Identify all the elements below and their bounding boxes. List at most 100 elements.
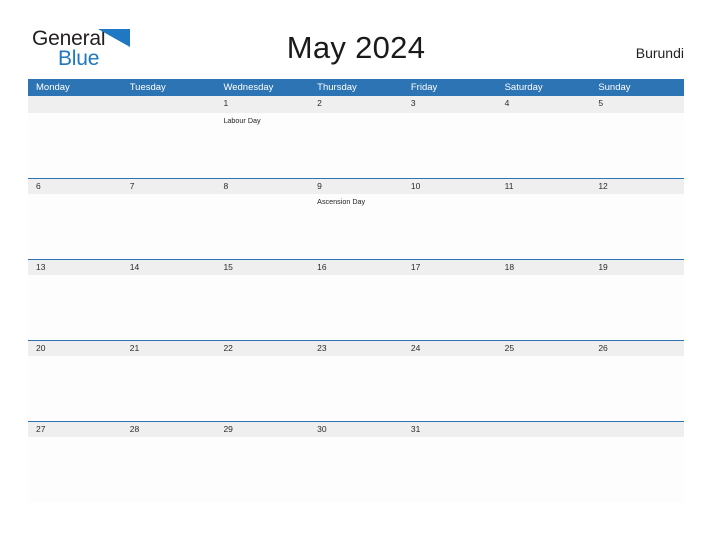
day-cell[interactable]	[590, 275, 684, 340]
date-number-band: 27 28 29 30 31	[28, 420, 684, 437]
day-cell[interactable]	[309, 275, 403, 340]
date-number[interactable]: 27	[28, 422, 122, 437]
date-number[interactable]: 22	[215, 341, 309, 356]
day-cell	[497, 437, 591, 502]
day-cell[interactable]: Ascension Day	[309, 194, 403, 259]
day-cell[interactable]	[403, 194, 497, 259]
day-cell[interactable]	[403, 113, 497, 178]
date-number-band: 6 7 8 9 10 11 12	[28, 177, 684, 194]
date-number-empty	[497, 422, 591, 437]
weekday-header-row: Monday Tuesday Wednesday Thursday Friday Satu…	[28, 79, 684, 96]
date-number[interactable]: 15	[215, 260, 309, 275]
day-cell[interactable]	[403, 437, 497, 502]
weekday-header-thursday: Thursday	[317, 82, 357, 93]
date-number[interactable]: 1	[215, 96, 309, 113]
date-number-empty	[590, 422, 684, 437]
week-row: 27 28 29 30 31	[28, 420, 684, 502]
date-number[interactable]: 7	[122, 179, 216, 194]
day-cell[interactable]	[215, 356, 309, 421]
date-number[interactable]: 17	[403, 260, 497, 275]
date-number[interactable]: 11	[497, 179, 591, 194]
date-number[interactable]: 8	[215, 179, 309, 194]
date-number[interactable]: 26	[590, 341, 684, 356]
calendar-grid: Monday Tuesday Wednesday Thursday Friday Satu…	[28, 79, 684, 502]
date-number[interactable]: 24	[403, 341, 497, 356]
day-cell[interactable]	[590, 194, 684, 259]
date-number[interactable]: 10	[403, 179, 497, 194]
day-content-band: Ascension Day	[28, 193, 684, 259]
day-cell[interactable]	[403, 275, 497, 340]
day-cell[interactable]	[28, 356, 122, 421]
holiday-event: Labour Day	[223, 115, 261, 125]
date-number[interactable]: 13	[28, 260, 122, 275]
date-number[interactable]: 2	[309, 96, 403, 113]
day-cell[interactable]	[215, 194, 309, 259]
weekday-header-friday: Friday	[410, 82, 438, 93]
day-cell[interactable]	[497, 356, 591, 421]
holiday-event: Ascension Day	[317, 196, 366, 206]
day-cell[interactable]	[309, 356, 403, 421]
weekday-header-wednesday: Wednesday	[223, 82, 274, 93]
day-cell	[590, 437, 684, 502]
day-cell[interactable]	[497, 275, 591, 340]
date-number[interactable]: 21	[122, 341, 216, 356]
date-number[interactable]: 3	[403, 96, 497, 113]
date-number[interactable]: 23	[309, 341, 403, 356]
date-number-band: 20 21 22 23 24 25 26	[28, 339, 684, 356]
country-label: Burundi	[635, 45, 684, 61]
weekday-header-sunday: Sunday	[598, 82, 631, 93]
date-number[interactable]: 19	[590, 260, 684, 275]
date-number[interactable]: 31	[403, 422, 497, 437]
weekday-header-tuesday: Tuesday	[129, 82, 166, 93]
day-cell[interactable]	[122, 194, 216, 259]
day-cell[interactable]	[122, 437, 216, 502]
day-cell[interactable]	[122, 275, 216, 340]
day-cell[interactable]: Labour Day	[215, 113, 309, 178]
calendar-weeks: 1 2 3 4 5 Labour Day 6 7 8 9 10 11 12 Ascension Day 13…	[28, 96, 684, 502]
date-number-empty	[122, 96, 216, 113]
day-cell[interactable]	[590, 356, 684, 421]
day-cell[interactable]	[122, 356, 216, 421]
date-number[interactable]: 20	[28, 341, 122, 356]
date-number[interactable]: 5	[590, 96, 684, 113]
date-number[interactable]: 9	[309, 179, 403, 194]
day-cell[interactable]	[28, 275, 122, 340]
day-cell[interactable]	[28, 194, 122, 259]
date-number[interactable]: 4	[497, 96, 591, 113]
day-cell[interactable]	[497, 113, 591, 178]
day-content-band	[28, 436, 684, 502]
weekday-header-saturday: Saturday	[504, 82, 543, 93]
page-header: General Blue May 2024 Burundi	[0, 0, 712, 79]
day-content-band	[28, 274, 684, 340]
date-number[interactable]: 18	[497, 260, 591, 275]
date-number-empty	[28, 96, 122, 113]
week-row: 13 14 15 16 17 18 19	[28, 258, 684, 340]
day-cell[interactable]	[309, 437, 403, 502]
date-number[interactable]: 16	[309, 260, 403, 275]
day-cell[interactable]	[215, 437, 309, 502]
day-content-band	[28, 355, 684, 421]
date-number[interactable]: 28	[122, 422, 216, 437]
day-cell[interactable]	[403, 356, 497, 421]
day-content-band: Labour Day	[28, 112, 684, 178]
day-cell[interactable]	[215, 275, 309, 340]
week-row: 6 7 8 9 10 11 12 Ascension Day	[28, 177, 684, 259]
date-number[interactable]: 14	[122, 260, 216, 275]
week-row: 20 21 22 23 24 25 26	[28, 339, 684, 421]
date-number[interactable]: 12	[590, 179, 684, 194]
date-number[interactable]: 6	[28, 179, 122, 194]
day-cell[interactable]	[28, 437, 122, 502]
week-row: 1 2 3 4 5 Labour Day	[28, 96, 684, 178]
page-title: May 2024	[286, 30, 426, 65]
date-number-band: 13 14 15 16 17 18 19	[28, 258, 684, 275]
day-cell[interactable]	[590, 113, 684, 178]
day-cell	[122, 113, 216, 178]
day-cell[interactable]	[309, 113, 403, 178]
date-number[interactable]: 29	[215, 422, 309, 437]
date-number-band: 12345	[28, 96, 684, 113]
day-cell	[28, 113, 122, 178]
day-cell[interactable]	[497, 194, 591, 259]
date-number[interactable]: 25	[497, 341, 591, 356]
date-number[interactable]: 30	[309, 422, 403, 437]
weekday-header-monday: Monday	[36, 82, 70, 93]
